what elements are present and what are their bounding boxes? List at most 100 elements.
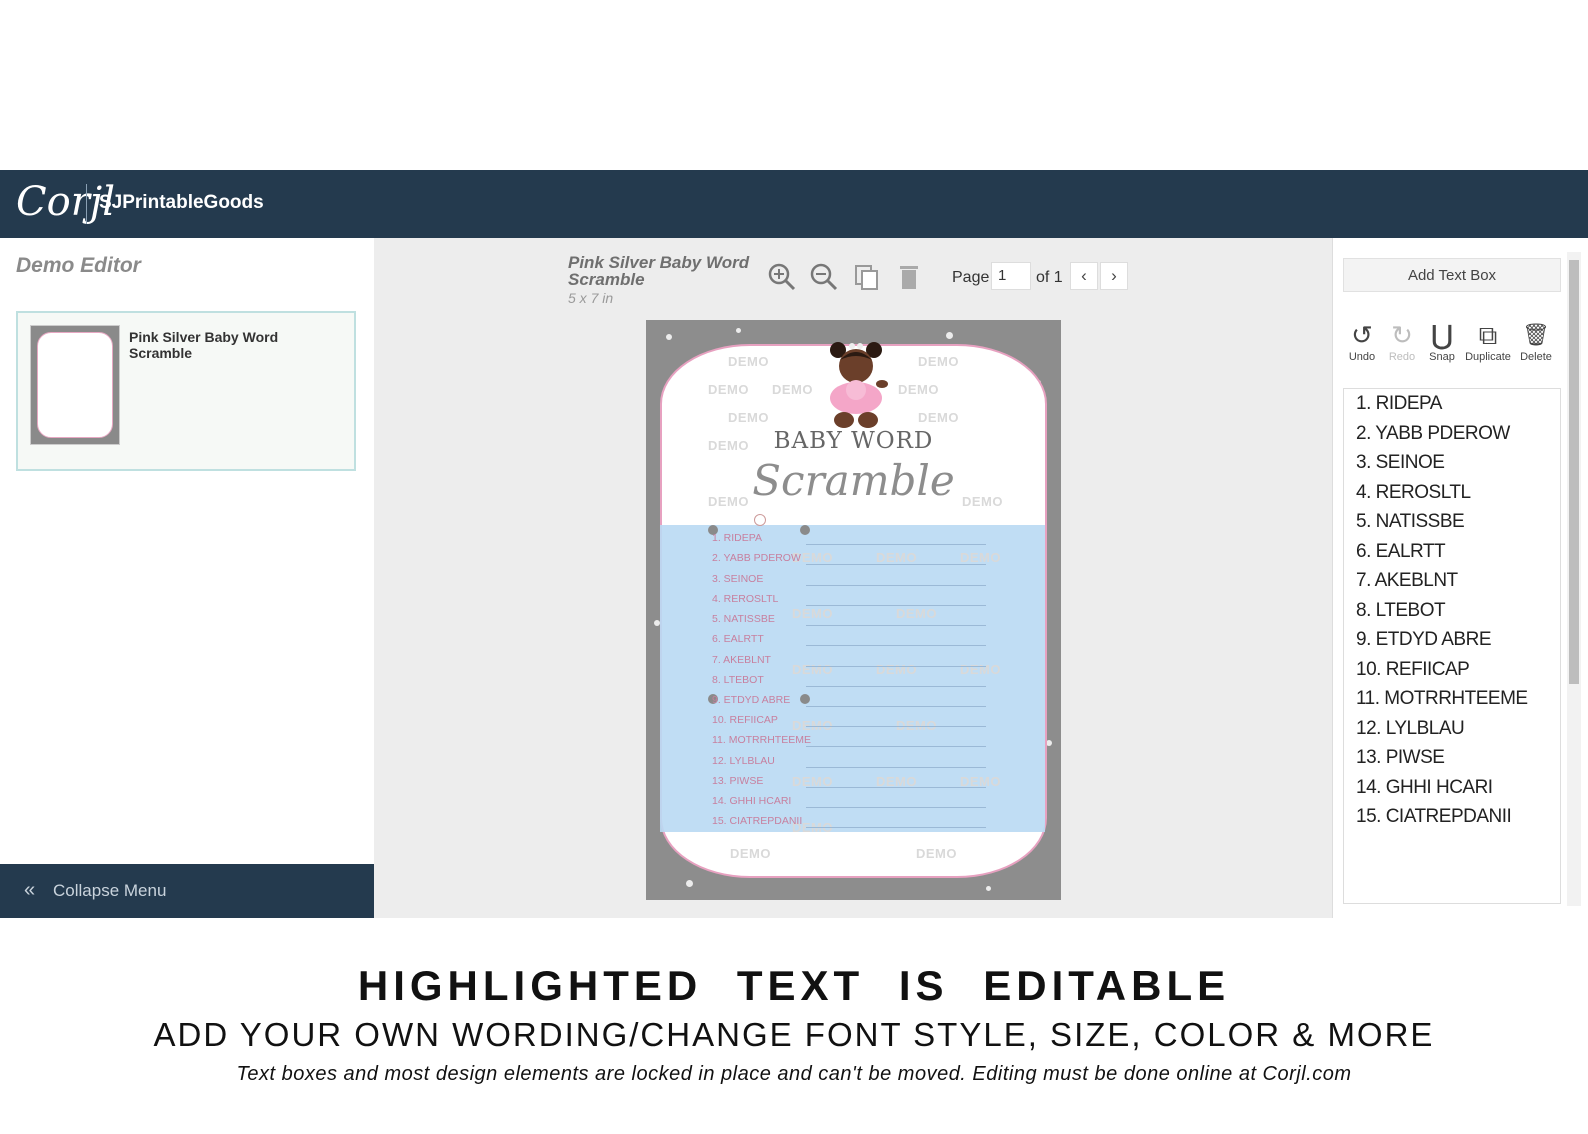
answer-line xyxy=(806,686,986,687)
answer-line xyxy=(806,564,986,565)
card-word-item[interactable]: 11. MOTRRHTEEME xyxy=(712,734,811,746)
card-word-item[interactable]: 1. RIDEPA xyxy=(712,532,762,544)
add-text-box-button[interactable]: Add Text Box xyxy=(1343,258,1561,292)
document-size: 5 x 7 in xyxy=(568,290,614,306)
demo-watermark: DEMO xyxy=(918,354,959,369)
double-chevron-left-icon: « xyxy=(24,879,36,901)
demo-watermark: DEMO xyxy=(792,662,833,677)
card-word-item[interactable]: 8. LTEBOT xyxy=(712,674,764,686)
card-word-item[interactable]: 4. REROSLTL xyxy=(712,593,778,605)
word-list-item[interactable]: 5. NATISSBE xyxy=(1356,511,1465,533)
glitter-sparkle xyxy=(686,880,693,887)
right-panel: Add Text Box ↺ Undo ↻ Redo ⋃ Snap ⧉ Dupl… xyxy=(1332,238,1588,918)
word-list-text-box[interactable]: 1. RIDEPA 2. YABB PDEROW 3. SEINOE 4. RE… xyxy=(1343,388,1561,904)
word-list-item[interactable]: 11. MOTRRHTEEME xyxy=(1356,688,1528,710)
right-panel-scrollbar[interactable] xyxy=(1567,252,1581,906)
answer-line xyxy=(806,625,986,626)
canvas-area: Pink Silver Baby Word Scramble 5 x 7 in … xyxy=(374,238,1332,918)
word-list-item[interactable]: 10. REFIICAP xyxy=(1356,659,1470,681)
trash-icon: 🗑 xyxy=(1522,322,1550,347)
word-list-item[interactable]: 9. ETDYD ABRE xyxy=(1356,629,1492,651)
page-number-input[interactable]: 1 xyxy=(991,262,1031,290)
next-page-button[interactable]: › xyxy=(1100,262,1128,290)
delete-label: Delete xyxy=(1520,351,1552,363)
editor-title: Demo Editor xyxy=(16,254,141,277)
chevron-left-icon: ‹ xyxy=(1081,266,1087,285)
glitter-sparkle xyxy=(986,886,991,891)
card-word-item[interactable]: 9. ETDYD ABRE xyxy=(712,694,790,706)
card-word-item[interactable]: 13. PIWSE xyxy=(712,775,763,787)
card-heading-scramble: Scramble xyxy=(752,456,955,505)
card-word-item[interactable]: 3. SEINOE xyxy=(712,573,763,585)
glitter-sparkle xyxy=(946,332,953,339)
card-word-item[interactable]: 7. AKEBLNT xyxy=(712,654,771,666)
scrollbar-thumb[interactable] xyxy=(1569,260,1579,684)
demo-watermark: DEMO xyxy=(896,606,937,621)
word-list-item[interactable]: 1. RIDEPA xyxy=(1356,393,1442,415)
answer-line xyxy=(806,827,986,828)
caption-subheadline: ADD YOUR OWN WORDING/CHANGE FONT STYLE, … xyxy=(153,1016,1435,1053)
answer-line xyxy=(806,585,986,586)
card-word-item[interactable]: 2. YABB PDEROW xyxy=(712,552,801,564)
card-word-item[interactable]: 15. CIATREPDANII xyxy=(712,815,802,827)
answer-line xyxy=(806,645,986,646)
logo-divider xyxy=(86,184,87,224)
word-list-item[interactable]: 3. SEINOE xyxy=(1356,452,1445,474)
word-list-item[interactable]: 8. LTEBOT xyxy=(1356,600,1446,622)
zoom-out-icon[interactable] xyxy=(809,262,839,292)
word-list-item[interactable]: 7. AKEBLNT xyxy=(1356,570,1458,592)
duplicate-button[interactable]: ⧉ Duplicate xyxy=(1463,320,1513,364)
word-list-item[interactable]: 13. PIWSE xyxy=(1356,747,1445,769)
trash-icon[interactable] xyxy=(894,262,924,292)
baby-girl-illustration xyxy=(824,340,888,432)
card-word-item[interactable]: 5. NATISSBE xyxy=(712,613,775,625)
page-count-label: of 1 xyxy=(1036,269,1063,286)
word-list-item[interactable]: 12. LYLBLAU xyxy=(1356,718,1465,740)
rotate-handle[interactable] xyxy=(754,514,766,526)
template-thumbnail-image[interactable] xyxy=(30,325,120,445)
card-word-item[interactable]: 12. LYLBLAU xyxy=(712,755,775,767)
caption-headline: HIGHLIGHTED TEXT IS EDITABLE xyxy=(357,962,1231,1009)
demo-watermark: DEMO xyxy=(918,410,959,425)
word-list-item[interactable]: 4. REROSLTL xyxy=(1356,482,1471,504)
zoom-in-icon[interactable] xyxy=(767,262,797,292)
selection-handle[interactable] xyxy=(800,525,810,535)
answer-line xyxy=(806,807,986,808)
glitter-sparkle xyxy=(666,334,672,340)
card-word-item[interactable]: 14. GHHI HCARI xyxy=(712,795,791,807)
demo-watermark: DEMO xyxy=(960,662,1001,677)
prev-page-button[interactable]: ‹ xyxy=(1070,262,1098,290)
caption-note: Text boxes and most design elements are … xyxy=(236,1063,1352,1085)
delete-button[interactable]: 🗑 Delete xyxy=(1511,320,1561,364)
demo-watermark: DEMO xyxy=(772,382,813,397)
page-label: Page xyxy=(952,269,990,286)
demo-watermark: DEMO xyxy=(708,382,749,397)
duplicate-icon: ⧉ xyxy=(1478,320,1498,350)
collapse-menu-label: Collapse Menu xyxy=(53,881,167,900)
card-word-item[interactable]: 10. REFIICAP xyxy=(712,714,778,726)
word-list-item[interactable]: 14. GHHI HCARI xyxy=(1356,777,1493,799)
selection-handle[interactable] xyxy=(800,694,810,704)
copy-page-icon[interactable] xyxy=(852,262,882,292)
word-list-item[interactable]: 2. YABB PDEROW xyxy=(1356,423,1510,445)
design-card-preview[interactable]: DEMO DEMO DEMO DEMO DEMO DEMO DEMO DEMO … xyxy=(646,320,1061,900)
thumbnail-card-shape xyxy=(37,332,113,438)
demo-watermark: DEMO xyxy=(916,846,957,861)
demo-watermark: DEMO xyxy=(728,410,769,425)
answer-line xyxy=(806,666,986,667)
word-list-item[interactable]: 15. CIATREPDANII xyxy=(1356,806,1512,828)
left-panel: Demo Editor Pink Silver Baby Word Scramb… xyxy=(0,238,374,918)
collapse-menu-button[interactable]: « Collapse Menu xyxy=(0,864,374,918)
template-name: Pink Silver Baby Word Scramble xyxy=(129,329,279,361)
snap-button[interactable]: ⋃ Snap xyxy=(1417,320,1467,364)
demo-watermark: DEMO xyxy=(730,846,771,861)
glitter-sparkle xyxy=(736,328,741,333)
card-word-item[interactable]: 6. EALRTT xyxy=(712,633,764,645)
word-list-item[interactable]: 6. EALRTT xyxy=(1356,541,1446,563)
demo-watermark: DEMO xyxy=(876,550,917,565)
demo-watermark: DEMO xyxy=(898,382,939,397)
template-thumbnail-card[interactable]: Pink Silver Baby Word Scramble xyxy=(16,311,356,471)
answer-line xyxy=(806,726,986,727)
shop-name[interactable]: SJPrintableGoods xyxy=(99,192,264,214)
demo-watermark: DEMO xyxy=(792,606,833,621)
